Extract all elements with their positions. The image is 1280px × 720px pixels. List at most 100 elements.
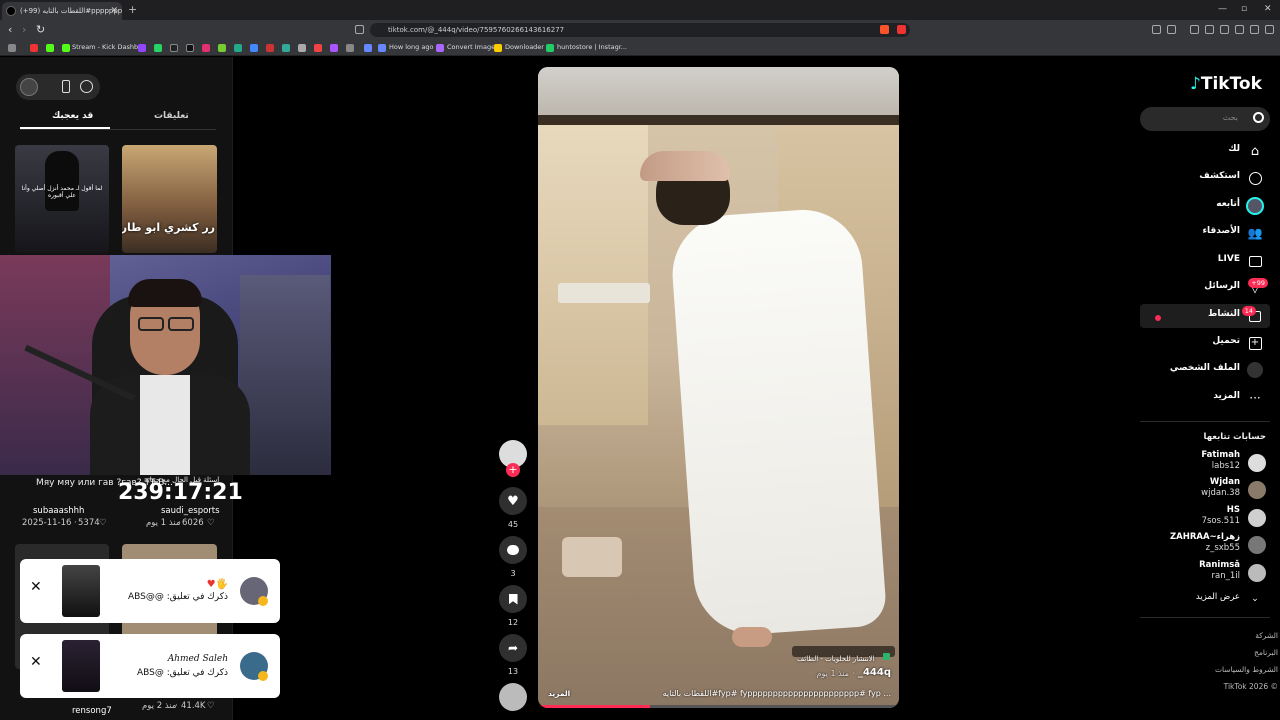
huntostore-icon[interactable] — [546, 44, 554, 52]
close-icon[interactable]: ✕ — [30, 579, 42, 595]
tab-you-may-like[interactable]: قد يعجبك — [52, 111, 93, 121]
nav-live[interactable]: LIVE — [1140, 249, 1270, 273]
tiktok-logo[interactable]: ♪TikTok — [1190, 74, 1262, 94]
followed-account[interactable]: ZAHRAA~زهراء z_sxb55 — [1170, 532, 1270, 558]
brave-rewards-icon[interactable] — [897, 25, 906, 34]
kick-icon[interactable] — [46, 44, 54, 52]
share-button[interactable]: ➦ — [499, 634, 527, 662]
bookmark-kick-dashboard[interactable]: Stream - Kick Dashb... — [72, 43, 144, 51]
github-icon[interactable] — [298, 44, 306, 52]
nav-activity[interactable]: النشاط 14 — [1140, 304, 1270, 328]
nav-more[interactable]: المزيد ··· — [1140, 386, 1270, 410]
bookmark-how-long-ago[interactable]: How long ago — [389, 43, 433, 51]
tab-comments[interactable]: تعليقات — [154, 111, 189, 121]
apps-icon[interactable] — [8, 44, 16, 52]
footer-program-link[interactable]: البرنامج — [1254, 648, 1278, 657]
reload-icon[interactable]: ↻ — [36, 23, 45, 36]
author-name[interactable]: subaaashhh — [33, 506, 84, 516]
browser-tab[interactable]: (+99) اللقطات بالتايه#ppppppp ✕ — [2, 2, 122, 20]
progress-bar[interactable] — [538, 705, 899, 708]
webcam-shelf — [240, 275, 330, 475]
x-icon[interactable] — [170, 44, 178, 52]
wallet-icon[interactable] — [1220, 25, 1229, 34]
bookmark-icon[interactable] — [30, 44, 38, 52]
twitch-icon[interactable] — [138, 44, 146, 52]
bookmark-page-icon[interactable] — [355, 25, 364, 34]
close-icon[interactable]: ✕ — [30, 654, 42, 670]
bookmark-icon[interactable] — [218, 44, 226, 52]
bookmark-downloader[interactable]: Downloader — [505, 43, 544, 51]
post-date: منذ 2 يوم — [142, 701, 177, 711]
leo-ai-icon[interactable] — [1235, 25, 1244, 34]
bookmark-convert-image[interactable]: Convert Image — [447, 43, 495, 51]
follow-plus-icon[interactable]: + — [506, 463, 520, 477]
video-author[interactable]: _444q — [858, 667, 891, 678]
author-name[interactable]: rensong7 — [72, 706, 112, 716]
bookmark-huntostore[interactable]: huntostore | Instagr... — [557, 43, 627, 51]
close-tab-icon[interactable]: ✕ — [110, 2, 118, 20]
menu-icon[interactable] — [1265, 25, 1274, 34]
search-icon[interactable] — [1253, 112, 1264, 123]
followed-account[interactable]: Wjdan wjdan.38 — [1170, 477, 1270, 503]
nav-following[interactable]: أتابعه — [1140, 194, 1270, 218]
instagram-icon[interactable] — [202, 44, 210, 52]
vpn-icon[interactable] — [1250, 25, 1259, 34]
bookmark-icon[interactable] — [346, 44, 354, 52]
footer-company-link[interactable]: الشركة — [1255, 631, 1278, 640]
like-button[interactable]: ♥ — [499, 487, 527, 515]
close-window-icon[interactable]: ✕ — [1264, 4, 1272, 14]
nav-upload[interactable]: تحميل + — [1140, 331, 1270, 355]
nav-messages[interactable]: الرسائل ▽ +99 — [1140, 276, 1270, 300]
nav-for-you[interactable]: لك ⌂ — [1140, 139, 1270, 163]
nav-friends[interactable]: الأصدقاء 👥 — [1140, 221, 1270, 245]
whatsapp-icon[interactable] — [154, 44, 162, 52]
maximize-icon[interactable]: ▫ — [1241, 4, 1247, 14]
back-icon[interactable]: ‹ — [8, 23, 12, 36]
avatar[interactable] — [20, 78, 38, 96]
forward-icon[interactable]: › — [22, 23, 26, 36]
bookmark-icon[interactable] — [250, 44, 258, 52]
how-long-ago-icon[interactable] — [378, 44, 386, 52]
nav-explore[interactable]: استكشف — [1140, 166, 1270, 190]
extension-icon[interactable] — [1167, 25, 1176, 34]
show-more-accounts[interactable]: عرض المزيد ⌄ — [1140, 587, 1270, 611]
minimize-icon[interactable]: — — [1218, 4, 1227, 14]
footer-terms-link[interactable]: الشروط والسياسات — [1215, 665, 1278, 674]
followed-account[interactable]: Fatimah labs12 — [1170, 450, 1270, 476]
music-icon[interactable] — [1190, 25, 1199, 34]
video-player[interactable]: الانتشار للحلويات - الطائف _444q منذ 1 ي… — [538, 67, 899, 708]
streamer-shirt — [140, 375, 190, 475]
author-name[interactable]: saudi_esports — [161, 506, 220, 516]
notification-toast[interactable]: ✕ Ahmed Saleh ذكرك في تعليق: @ABS — [20, 634, 280, 698]
tiktok-icon[interactable] — [186, 44, 194, 52]
save-button[interactable] — [499, 585, 527, 613]
sound-disc[interactable] — [499, 683, 527, 711]
downloader-icon[interactable] — [494, 44, 502, 52]
bookmark-icon[interactable] — [266, 44, 274, 52]
followed-account[interactable]: HS 7sos.511 — [1170, 505, 1270, 531]
bookmark-icon[interactable] — [234, 44, 242, 52]
comment-button[interactable] — [499, 536, 527, 564]
bookmark-icon[interactable] — [282, 44, 290, 52]
bookmark-icon[interactable] — [314, 44, 322, 52]
location-tag[interactable]: الانتشار للحلويات - الطائف — [792, 646, 895, 663]
brave-shield-icon[interactable] — [880, 25, 889, 34]
kick-icon[interactable] — [62, 44, 70, 52]
convert-image-icon[interactable] — [436, 44, 444, 52]
bookmark-icon[interactable] — [330, 44, 338, 52]
video-thumbnail[interactable]: رر كشري ابو طارق ج — [122, 145, 217, 253]
bookmark-icon[interactable] — [364, 44, 372, 52]
sidebar-icon[interactable] — [1205, 25, 1214, 34]
url-field[interactable]: tiktok.com/@_444q/video/7595760266143616… — [370, 23, 910, 37]
compass-icon[interactable] — [80, 80, 93, 93]
followed-account[interactable]: Ranimsǎ ran_1il — [1170, 560, 1270, 586]
phone-icon[interactable] — [62, 80, 70, 93]
extension-icon[interactable] — [1152, 25, 1161, 34]
webcam-overlay — [0, 255, 331, 475]
more-link[interactable]: المزيد — [548, 689, 570, 698]
nav-profile[interactable]: الملف الشخصي — [1140, 358, 1270, 382]
search-box[interactable]: بحث — [1140, 107, 1270, 131]
notification-toast[interactable]: ✕ 🖐♥ ذكرك في تعليق: @@ABS — [20, 559, 280, 623]
new-tab-icon[interactable]: + — [128, 3, 137, 16]
video-thumbnail[interactable]: لما أقول لـ محمد أنزل أصلي وأنا علي أقبو… — [15, 145, 109, 253]
